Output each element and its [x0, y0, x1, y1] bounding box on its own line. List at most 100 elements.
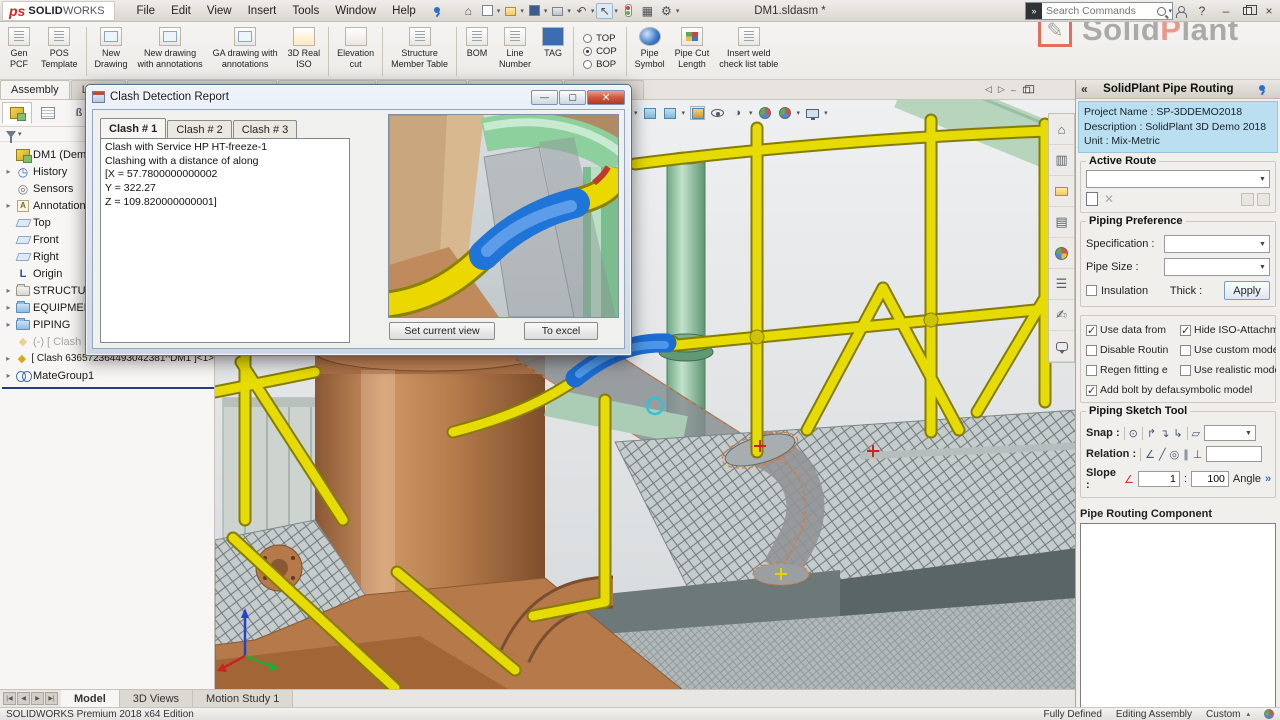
expand-icon[interactable]: ▸ [4, 320, 13, 329]
menu-help[interactable]: Help [384, 3, 424, 19]
expand-icon[interactable]: ▸ [4, 371, 13, 380]
next-doc-icon[interactable]: ▷ [998, 84, 1005, 95]
insulation-checkbox[interactable] [1086, 285, 1097, 296]
search-caret[interactable]: ▾ [1168, 7, 1172, 15]
radio-top[interactable]: TOP [583, 33, 617, 44]
specification-combo[interactable]: ▼ [1164, 235, 1270, 253]
new-document-icon[interactable] [479, 3, 496, 19]
filter-funnel-icon[interactable] [6, 131, 16, 138]
apply-scene-icon[interactable] [778, 106, 793, 120]
pipe-routing-component-list[interactable] [1080, 523, 1276, 720]
snap-plane-icon[interactable]: ▱ [1192, 427, 1200, 440]
option-hide-iso-attachment[interactable]: Hide ISO-Attachment [1180, 324, 1276, 336]
snap-center-icon[interactable]: ⊙ [1129, 427, 1138, 440]
pipe-size-combo[interactable]: ▼ [1164, 258, 1270, 276]
new-document-caret[interactable]: ▾ [497, 7, 501, 15]
ribbon-structure-member-table[interactable]: StructureMember Table [386, 24, 453, 79]
snap-drop-icon[interactable]: ↳ [1173, 427, 1182, 440]
filter-caret[interactable]: ▾ [18, 130, 22, 138]
search-magnifier-icon[interactable] [1157, 7, 1166, 16]
radio-bop[interactable]: BOP [583, 59, 617, 70]
configuration-caret[interactable]: ▴ [1246, 710, 1250, 718]
undo-icon[interactable]: ↶ [573, 3, 590, 19]
slope-ratio-left-input[interactable] [1138, 471, 1180, 487]
home-tab-icon[interactable]: ⌂ [1049, 114, 1074, 145]
checkbox[interactable] [1086, 365, 1097, 376]
expand-icon[interactable]: ▸ [4, 303, 13, 312]
combo-caret-icon[interactable]: ▼ [1245, 430, 1255, 437]
view-orientation-icon[interactable] [663, 106, 678, 120]
print-caret[interactable]: ▾ [567, 7, 571, 15]
combo-caret-icon[interactable]: ▼ [1256, 241, 1269, 248]
open-icon[interactable] [502, 3, 519, 19]
doc-minimize-icon[interactable]: – [1011, 85, 1016, 95]
display-style-icon[interactable] [690, 106, 705, 120]
featuremanager-design-tree-tab[interactable] [2, 102, 32, 124]
relation-perpendicular-icon[interactable]: ⊥ [1193, 448, 1203, 461]
visibility-caret[interactable]: ▾ [749, 109, 753, 117]
more-options-icon[interactable]: » [1265, 473, 1271, 485]
option-use-realistic-model[interactable]: Use realistic model [1180, 364, 1276, 376]
minimize-button[interactable]: – [1219, 4, 1233, 18]
ribbon-elevation-cut[interactable]: Elevationcut [332, 24, 379, 79]
new-route-icon[interactable] [1086, 192, 1098, 206]
scene-caret[interactable]: ▾ [797, 109, 801, 117]
tree-splitter[interactable] [2, 387, 214, 389]
configuration-status[interactable]: Custom [1206, 709, 1240, 720]
table-icon[interactable]: ▦ [639, 3, 656, 19]
checkbox[interactable] [1180, 325, 1191, 336]
doc-restore-icon[interactable] [1023, 86, 1030, 92]
ribbon-pipe-symbol[interactable]: PipeSymbol [630, 24, 670, 79]
relation-input[interactable] [1206, 446, 1262, 462]
dialog-minimize-button[interactable]: — [531, 90, 558, 105]
relation-concentric-icon[interactable]: ◎ [1170, 448, 1180, 461]
dialog-title-bar[interactable]: Clash Detection Report — ▢ ✕ [86, 85, 631, 109]
menu-insert[interactable]: Insert [240, 3, 285, 19]
checkbox[interactable] [1180, 365, 1191, 376]
menu-window[interactable]: Window [327, 3, 384, 19]
hide-show-items-icon[interactable] [710, 106, 725, 120]
dialog-maximize-button[interactable]: ▢ [559, 90, 586, 105]
view-settings-icon[interactable] [805, 106, 820, 120]
slope-ratio-right-input[interactable] [1191, 471, 1229, 487]
view-orientation-caret[interactable]: ▾ [682, 109, 686, 117]
radio-cop[interactable]: COP [583, 46, 617, 57]
relation-angle-icon[interactable]: ∠ [1145, 448, 1155, 461]
ribbon-insert-weld-checklist[interactable]: Insert weldcheck list table [714, 24, 783, 79]
snap-combo[interactable]: ▼ [1204, 425, 1256, 441]
forum-icon[interactable]: ✍ [1049, 300, 1074, 331]
checkbox[interactable] [1086, 385, 1097, 396]
visibility-icon[interactable]: ◑ [730, 106, 745, 120]
select-cursor-icon[interactable]: ↖ [596, 3, 613, 19]
expand-icon[interactable]: ▸ [4, 167, 13, 176]
ribbon-new-drawing-annotations[interactable]: New drawingwith annotations [133, 24, 208, 79]
pin-panel-icon[interactable] [1257, 84, 1267, 94]
combo-caret-icon[interactable]: ▼ [1256, 264, 1269, 271]
menu-view[interactable]: View [199, 3, 240, 19]
tab-clash-3[interactable]: Clash # 3 [233, 120, 297, 138]
tab-clash-2[interactable]: Clash # 2 [167, 120, 231, 138]
ribbon-gen-pcf[interactable]: GenPCF [2, 24, 36, 79]
snap-along-icon[interactable]: ↱ [1147, 427, 1156, 440]
interference-lights-icon[interactable] [620, 3, 637, 19]
first-tab-icon[interactable]: |◀ [3, 692, 16, 705]
options-gear-icon[interactable]: ⚙ [658, 3, 675, 19]
tab-3d-views[interactable]: 3D Views [120, 690, 193, 707]
option-use-data-from[interactable]: Use data from [1086, 324, 1180, 336]
option-use-custom-model[interactable]: Use custom model [1180, 344, 1276, 356]
last-tab-icon[interactable]: ▶| [45, 692, 58, 705]
options-caret[interactable]: ▾ [676, 7, 680, 15]
search-commands-box[interactable]: » ▾ [1025, 2, 1173, 20]
tab-motion-study-1[interactable]: Motion Study 1 [193, 690, 293, 707]
expand-icon[interactable]: ▸ [4, 201, 13, 210]
select-caret[interactable]: ▾ [614, 7, 618, 15]
set-current-view-button[interactable]: Set current view [389, 322, 495, 340]
menu-tools[interactable]: Tools [284, 3, 327, 19]
tab-assembly[interactable]: Assembly [0, 80, 70, 99]
delete-route-icon[interactable]: ✕ [1104, 192, 1114, 206]
open-caret[interactable]: ▾ [520, 7, 524, 15]
relation-parallel-icon[interactable]: ∥ [1183, 448, 1189, 461]
menu-file[interactable]: File [129, 3, 164, 19]
expand-icon[interactable]: ▸ [4, 354, 12, 363]
option-symbolic-model[interactable]: symbolic model [1180, 384, 1276, 396]
